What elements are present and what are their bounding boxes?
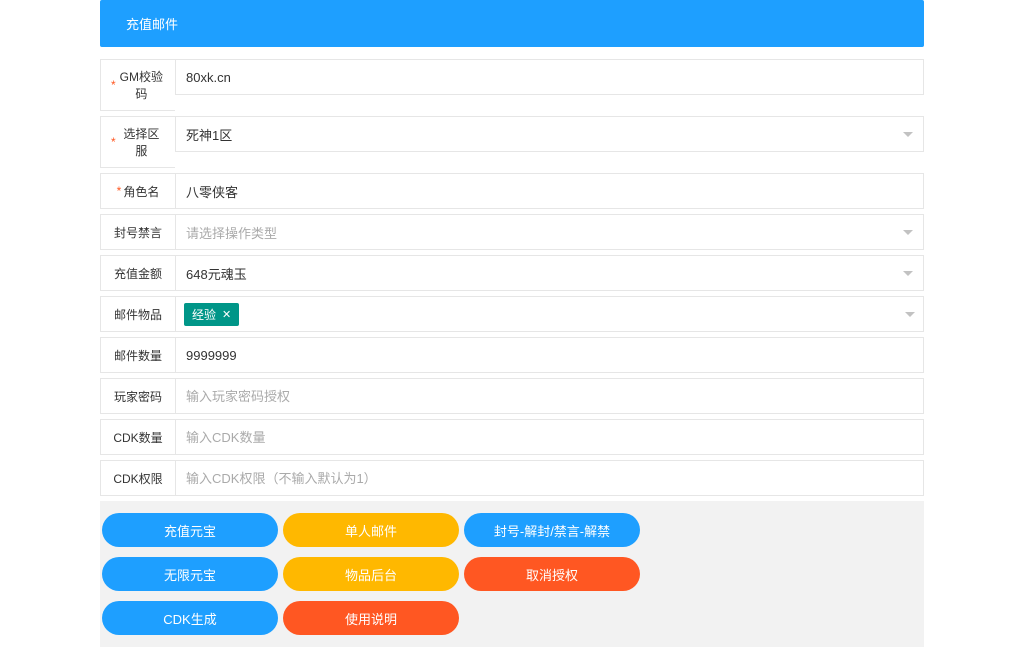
cdk-count-input[interactable] <box>175 419 924 455</box>
row-mail-item: 邮件物品 经验 ✕ <box>100 296 924 332</box>
label-ban: 封号禁言 <box>100 214 175 250</box>
row-server: * 选择区服 死神1区 <box>100 116 924 168</box>
unlimited-yuanbao-button[interactable]: 无限元宝 <box>102 557 278 591</box>
server-select[interactable]: 死神1区 <box>175 116 924 152</box>
chevron-down-icon <box>903 230 913 235</box>
chevron-down-icon <box>905 312 915 317</box>
player-pwd-input[interactable] <box>175 378 924 414</box>
label-player-pwd: 玩家密码 <box>100 378 175 414</box>
label-amount: 充值金额 <box>100 255 175 291</box>
ban-unban-button[interactable]: 封号-解封/禁言-解禁 <box>464 513 640 547</box>
row-player-pwd: 玩家密码 <box>100 378 924 414</box>
row-cdk-limit: CDK权限 <box>100 460 924 496</box>
required-mark: * <box>111 78 116 92</box>
label-gm-code: * GM校验码 <box>100 59 175 111</box>
cdk-generate-button[interactable]: CDK生成 <box>102 601 278 635</box>
label-cdk-limit: CDK权限 <box>100 460 175 496</box>
single-mail-button[interactable]: 单人邮件 <box>283 513 459 547</box>
amount-select[interactable]: 648元魂玉 <box>175 255 924 291</box>
row-role-name: * 角色名 <box>100 173 924 209</box>
label-role-name: * 角色名 <box>100 173 175 209</box>
button-row-1: 充值元宝 单人邮件 封号-解封/禁言-解禁 <box>102 513 922 547</box>
server-value: 死神1区 <box>186 125 232 144</box>
row-amount: 充值金额 648元魂玉 <box>100 255 924 291</box>
mail-count-input[interactable] <box>175 337 924 373</box>
required-mark: * <box>117 184 122 198</box>
label-mail-count: 邮件数量 <box>100 337 175 373</box>
header-bar: 充值邮件 <box>100 0 924 47</box>
row-gm-code: * GM校验码 <box>100 59 924 111</box>
row-ban: 封号禁言 请选择操作类型 <box>100 214 924 250</box>
ban-placeholder: 请选择操作类型 <box>186 223 277 242</box>
close-icon[interactable]: ✕ <box>222 308 231 321</box>
button-row-3: CDK生成 使用说明 <box>102 601 922 635</box>
role-name-input[interactable] <box>175 173 924 209</box>
button-panel: 充值元宝 单人邮件 封号-解封/禁言-解禁 无限元宝 物品后台 取消授权 CDK… <box>100 501 924 647</box>
tag-label: 经验 <box>192 306 216 323</box>
cancel-auth-button[interactable]: 取消授权 <box>464 557 640 591</box>
button-row-2: 无限元宝 物品后台 取消授权 <box>102 557 922 591</box>
label-cdk-count: CDK数量 <box>100 419 175 455</box>
form-wrapper: * GM校验码 * 选择区服 死神1区 * 角色名 封号禁言 <box>100 59 924 496</box>
chevron-down-icon <box>903 271 913 276</box>
cdk-limit-input[interactable] <box>175 460 924 496</box>
label-mail-item: 邮件物品 <box>100 296 175 332</box>
label-server: * 选择区服 <box>100 116 175 168</box>
gm-code-input[interactable] <box>175 59 924 95</box>
usage-guide-button[interactable]: 使用说明 <box>283 601 459 635</box>
row-cdk-count: CDK数量 <box>100 419 924 455</box>
item-backend-button[interactable]: 物品后台 <box>283 557 459 591</box>
row-mail-count: 邮件数量 <box>100 337 924 373</box>
mail-item-select[interactable]: 经验 ✕ <box>175 296 924 332</box>
header-title: 充值邮件 <box>126 17 178 32</box>
required-mark: * <box>111 135 116 149</box>
recharge-yuanbao-button[interactable]: 充值元宝 <box>102 513 278 547</box>
ban-select[interactable]: 请选择操作类型 <box>175 214 924 250</box>
item-tag: 经验 ✕ <box>184 303 239 326</box>
chevron-down-icon <box>903 132 913 137</box>
amount-value: 648元魂玉 <box>186 264 247 283</box>
